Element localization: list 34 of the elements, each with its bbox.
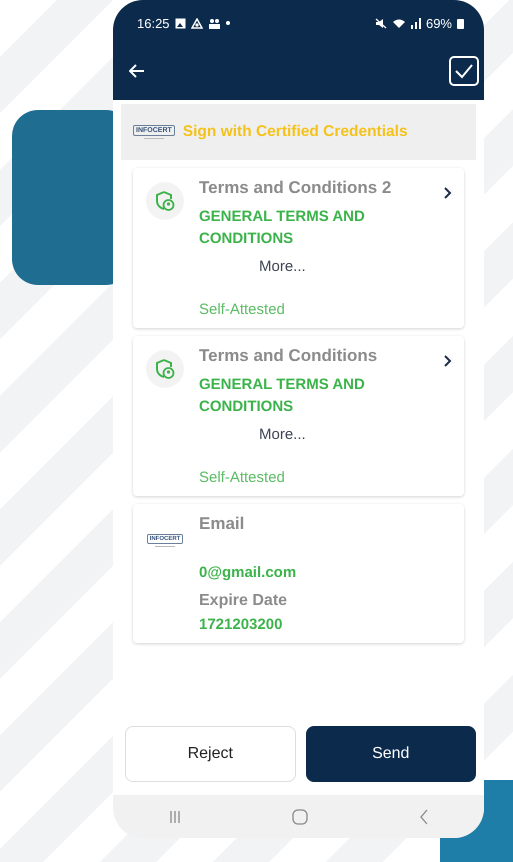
credential-source: Self-Attested — [199, 301, 286, 318]
banner-title: Sign with Certified Credentials — [182, 123, 408, 141]
field-value: 1721203200 — [199, 616, 284, 633]
wifi-icon — [392, 18, 406, 28]
home-icon[interactable] — [292, 808, 308, 824]
credential-source: Self-Attested — [199, 469, 286, 486]
notification-icon — [190, 18, 203, 28]
back-arrow-icon[interactable] — [129, 64, 145, 78]
battery-icon — [457, 18, 464, 28]
dot-icon — [226, 21, 230, 25]
status-time: 16:25 — [137, 16, 170, 30]
people-icon — [208, 18, 221, 28]
credential-value: GENERAL TERMS AND CONDITIONS — [199, 375, 366, 417]
more-link[interactable]: More... — [259, 258, 430, 275]
field-label: Expire Date — [199, 592, 288, 610]
credential-value: 0@gmail.com — [199, 563, 298, 583]
credential-title: Terms and Conditions 2 — [199, 177, 392, 199]
checkbox-icon[interactable] — [448, 55, 480, 87]
mute-icon — [374, 18, 387, 28]
shield-user-icon — [155, 358, 175, 380]
chevron-right-icon[interactable] — [444, 187, 452, 199]
more-link[interactable]: More... — [259, 426, 430, 443]
chevron-right-icon[interactable] — [444, 355, 452, 367]
recent-apps-icon[interactable] — [168, 810, 180, 824]
back-icon[interactable] — [418, 808, 428, 824]
shield-user-icon — [155, 190, 175, 212]
credential-title: Terms and Conditions — [199, 345, 378, 367]
send-button[interactable]: Send — [306, 726, 476, 782]
image-icon — [174, 18, 186, 28]
signal-icon — [410, 18, 421, 28]
reject-button[interactable]: Reject — [125, 726, 296, 782]
credential-value: GENERAL TERMS AND CONDITIONS — [199, 207, 366, 249]
credential-title: Email — [199, 513, 246, 535]
battery-level: 69% — [426, 16, 452, 30]
